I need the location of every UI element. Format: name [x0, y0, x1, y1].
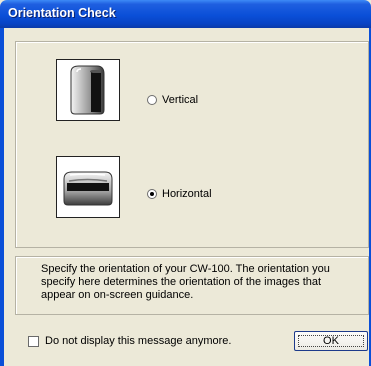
dont-show-again-checkbox[interactable] [28, 335, 39, 347]
vertical-label: Vertical [162, 94, 199, 106]
window-frame-left [0, 28, 4, 366]
orientation-option-vertical[interactable]: Vertical [147, 94, 198, 106]
dont-show-again-option[interactable]: Do not display this message anymore. [28, 335, 231, 347]
ok-button-label: OK [323, 335, 339, 347]
title-bar[interactable]: Orientation Check [0, 0, 371, 28]
device-horizontal-icon [56, 156, 120, 218]
orientation-option-horizontal[interactable]: Horizontal [147, 188, 212, 200]
description-text: Specify the orientation of your CW-100. … [41, 263, 330, 301]
device-vertical-icon [56, 59, 120, 121]
ok-button[interactable]: OK [294, 331, 368, 351]
horizontal-radio[interactable] [147, 189, 157, 199]
dont-show-again-label: Do not display this message anymore. [45, 335, 232, 347]
dialog-title: Orientation Check [8, 6, 116, 20]
horizontal-label: Horizontal [162, 188, 212, 200]
vertical-radio[interactable] [147, 95, 157, 105]
orientation-check-dialog: Orientation Check Vertical Horizontal Sp… [0, 0, 371, 366]
